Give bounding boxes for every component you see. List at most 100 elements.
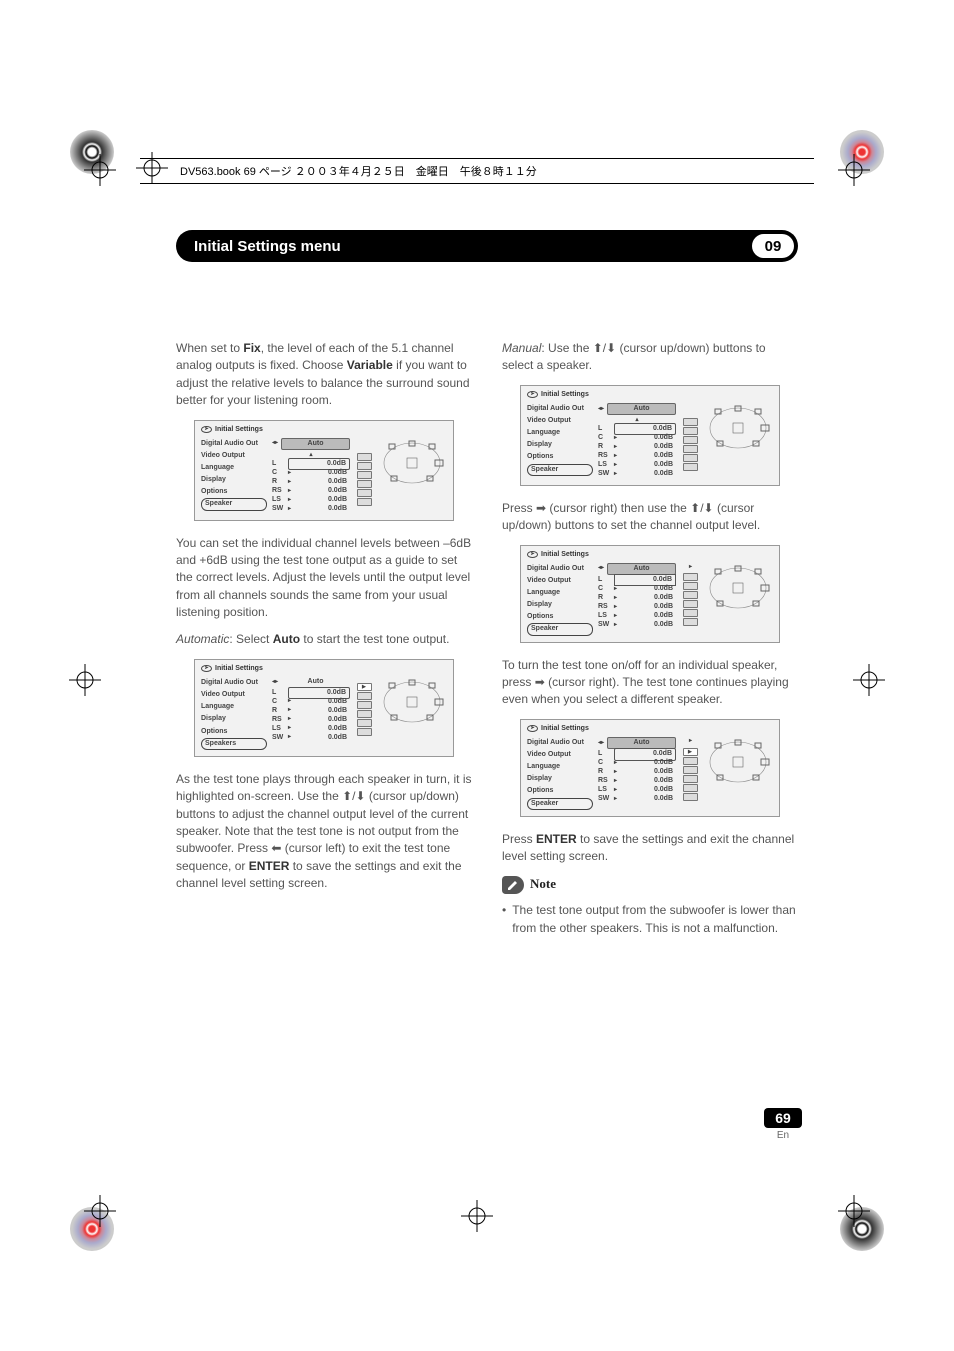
oval-icon (527, 725, 538, 732)
note-label: Note (530, 875, 556, 894)
text: Press (502, 832, 536, 846)
osd-levels: ◂▸Auto L0.0dB C▸0.0dB R▸0.0dB RS▸0.0dB L… (598, 737, 676, 804)
osd-menu-item: Video Output (201, 689, 267, 701)
chevron-right-icon: ▸ (614, 603, 617, 612)
left-column: When set to Fix, the level of each of th… (176, 340, 472, 943)
chevron-right-icon: ▸ (614, 786, 617, 795)
note-text: The test tone output from the subwoofer … (512, 902, 798, 937)
osd-menu-item: Options (527, 451, 593, 463)
text: : Select (229, 632, 272, 646)
text-bold: Auto (273, 632, 300, 646)
osd-title: Initial Settings (201, 425, 447, 435)
arrow-icon: ◂▸ (272, 439, 278, 448)
testtone-indicator (357, 453, 372, 461)
osd-title: Initial Settings (527, 390, 773, 400)
osd-screenshot-3: Initial Settings Digital Audio Out Video… (520, 385, 780, 486)
osd-menu-item: Options (201, 486, 267, 498)
registration-mark (457, 1196, 497, 1236)
testtone-indicator (357, 719, 372, 727)
chevron-right-icon: ▸ (614, 470, 617, 479)
chevron-right-icon: ▸ (288, 505, 291, 514)
oval-icon (527, 391, 538, 398)
osd-screenshot-4: Initial Settings Digital Audio Out Video… (520, 545, 780, 643)
osd-menu-item: Digital Audio Out (527, 737, 593, 749)
text: to start the test tone output. (300, 632, 449, 646)
testtone-indicator (683, 454, 698, 462)
osd-testtone-col (683, 403, 698, 471)
osd-auto-label: Auto (607, 403, 676, 415)
paragraph: Manual: Use the ⬆/⬇ (cursor up/down) but… (502, 340, 798, 375)
text: Press (502, 501, 536, 515)
osd-levels: ◂▸Auto L0.0dB C▸0.0dB R▸0.0dB RS▸0.0dB L… (272, 677, 350, 742)
page-number-block: 69 En (764, 1108, 802, 1141)
osd-auto-label: Auto (281, 677, 350, 687)
text-bold: ENTER (536, 832, 577, 846)
osd-testtone-col (357, 438, 372, 506)
osd-screenshot-5: Initial Settings Digital Audio Out Video… (520, 719, 780, 817)
osd-menu-item: Display (527, 599, 593, 611)
note-heading: Note (502, 875, 798, 894)
osd-title-text: Initial Settings (215, 425, 263, 435)
osd-value: 0.0dB (293, 733, 350, 743)
osd-menu-item: Display (201, 713, 267, 725)
chevron-right-icon: ▸ (614, 434, 617, 443)
testtone-indicator (357, 728, 372, 736)
arrow-updown-icon: ⬆/⬇ (690, 501, 713, 515)
testtone-indicator (683, 609, 698, 617)
text: : Use the (541, 341, 592, 355)
osd-levels: ◂▸Auto L0.0dB C▸0.0dB R▸0.0dB RS▸0.0dB L… (598, 563, 676, 630)
registration-mark (80, 1191, 120, 1231)
chevron-right-icon: ▸ (614, 443, 617, 452)
osd-menu-item: Digital Audio Out (527, 563, 593, 575)
osd-title-text: Initial Settings (541, 390, 589, 400)
page-lang: En (764, 1130, 802, 1141)
osd-channel: SW (598, 620, 612, 630)
osd-auto-label: Auto (281, 438, 350, 450)
paragraph: As the test tone plays through each spea… (176, 771, 472, 893)
book-header-text: DV563.book 69 ページ ２００３年４月２５日 金曜日 午後８時１１分 (180, 163, 537, 179)
osd-title: Initial Settings (201, 664, 447, 674)
osd-menu-item: Language (201, 462, 267, 474)
chevron-right-icon: ▸ (288, 478, 291, 487)
oval-icon (201, 665, 212, 672)
osd-menu-item: Digital Audio Out (201, 438, 267, 450)
chevron-right-icon: ▸ (288, 724, 291, 733)
osd-room-diagram (377, 438, 447, 488)
arrow-icon: ◂▸ (598, 405, 604, 414)
osd-menu-item: Options (201, 726, 267, 738)
testtone-indicator (683, 757, 698, 765)
osd-menu-item-selected: Speaker (201, 498, 267, 510)
content-area: When set to Fix, the level of each of th… (176, 340, 798, 943)
chevron-right-icon: ▸ (614, 452, 617, 461)
chevron-right-icon: ▸ (689, 737, 692, 746)
arrow-updown-icon: ⬆/⬇ (593, 341, 616, 355)
osd-menu: Digital Audio Out Video Output Language … (527, 737, 593, 810)
osd-menu-item: Language (527, 761, 593, 773)
osd-channel: SW (598, 794, 612, 804)
osd-value: 0.0dB (293, 504, 350, 514)
text: (cursor right). The test tone continues … (502, 675, 789, 706)
osd-menu-item: Language (527, 427, 593, 439)
testtone-indicator (357, 498, 372, 506)
osd-menu-item-selected: Speaker (527, 798, 593, 810)
osd-title-text: Initial Settings (541, 724, 589, 734)
osd-menu-item: Video Output (527, 415, 593, 427)
testtone-indicator (683, 766, 698, 774)
testtone-indicator (683, 445, 698, 453)
page-number: 69 (764, 1108, 802, 1128)
osd-title-text: Initial Settings (215, 664, 263, 674)
osd-screenshot-1: Initial Settings Digital Audio Out Video… (194, 420, 454, 521)
text-italic: Manual (502, 341, 541, 355)
testtone-indicator (683, 436, 698, 444)
chevron-right-icon: ▸ (689, 563, 692, 572)
chevron-right-icon: ▸ (614, 594, 617, 603)
testtone-indicator (683, 793, 698, 801)
osd-menu-item: Language (527, 587, 593, 599)
chevron-right-icon: ▸ (614, 795, 617, 804)
osd-screenshot-2: Initial Settings Digital Audio Out Video… (194, 659, 454, 757)
testtone-indicator (683, 427, 698, 435)
osd-menu-item: Options (527, 785, 593, 797)
osd-room-diagram (703, 403, 773, 453)
book-header: DV563.book 69 ページ ２００３年４月２５日 金曜日 午後８時１１分 (140, 158, 814, 184)
osd-auto-label: Auto (607, 563, 676, 575)
